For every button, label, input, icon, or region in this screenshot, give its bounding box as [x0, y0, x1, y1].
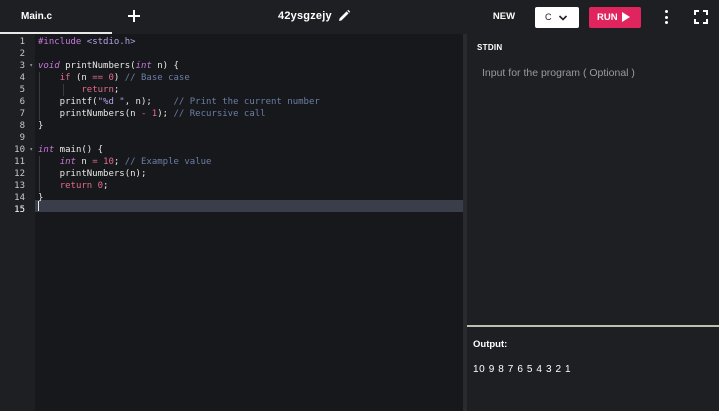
code-line: return 0; [59, 181, 109, 191]
code-line: printNumbers(n); [38, 169, 147, 179]
line-number: 10 ▾ [14, 144, 33, 156]
line-number: 15 [14, 205, 25, 215]
fold-marker-icon[interactable]: ▾ [29, 144, 33, 156]
code-line: if (n == 0) // Base case [59, 73, 190, 83]
tab-main-c[interactable]: Main.c [0, 0, 112, 34]
line-number: 5 [19, 85, 25, 95]
line-number: 2 [19, 49, 25, 59]
pencil-icon[interactable] [337, 9, 351, 23]
code-line: #include <stdio.h> [38, 37, 136, 47]
code-line: printNumbers(n - 1); // Recursive call [38, 109, 266, 119]
fullscreen-icon[interactable] [694, 10, 708, 24]
code-line: } [38, 193, 44, 203]
tab-label: Main.c [21, 11, 53, 22]
code-line: printf("%d ", n); // Print the current n… [38, 97, 320, 107]
line-number: 6 [19, 97, 25, 107]
more-vertical-icon[interactable] [661, 9, 673, 25]
add-tab-icon[interactable] [126, 8, 142, 24]
stdin-label: STDIN [477, 43, 503, 52]
code-line: int n = 10; // Example value [59, 157, 212, 167]
code-line: void printNumbers(int n) { [38, 61, 179, 71]
code-editor[interactable]: 1 2 3 ▾ 4 5 6 7 8 9 10 ▾ 11 12 13 14 15 #i… [0, 34, 463, 411]
line-number: 12 [14, 169, 25, 179]
line-number: 4 [19, 73, 25, 83]
active-line-highlight [35, 200, 463, 212]
stdin-panel: STDIN [467, 34, 719, 325]
code-area[interactable]: #include <stdio.h> void printNumbers(int… [35, 34, 463, 411]
line-number: 11 [14, 157, 25, 167]
language-select[interactable]: C [535, 7, 579, 28]
code-line: } [38, 121, 44, 131]
line-number: 8 [19, 121, 25, 131]
run-label: RUN [597, 12, 618, 23]
top-bar: Main.c 42ysgzejy NEW C RUN [0, 0, 719, 34]
fold-marker-icon[interactable]: ▾ [29, 60, 33, 72]
line-number: 1 [19, 37, 25, 47]
output-text: 10 9 8 7 6 5 4 3 2 1 [473, 364, 572, 375]
code-line: return; [81, 85, 120, 95]
new-button[interactable]: NEW [484, 9, 524, 25]
output-panel: Output: 10 9 8 7 6 5 4 3 2 1 [467, 327, 719, 411]
line-number-gutter: 1 2 3 ▾ 4 5 6 7 8 9 10 ▾ 11 12 13 14 15 [0, 34, 35, 411]
line-number: 3 ▾ [19, 60, 33, 72]
project-name[interactable]: 42ysgzejy [278, 10, 332, 22]
code-line: int main() { [38, 145, 104, 155]
play-icon [622, 12, 630, 22]
line-number: 9 [19, 133, 25, 143]
line-number: 7 [19, 109, 25, 119]
line-number: 13 [14, 181, 25, 191]
run-button[interactable]: RUN [589, 7, 641, 28]
stdin-input[interactable] [482, 65, 707, 81]
language-label: C [545, 12, 552, 22]
line-number: 14 [14, 193, 25, 203]
chevron-down-icon [558, 15, 568, 21]
output-label: Output: [473, 339, 508, 350]
